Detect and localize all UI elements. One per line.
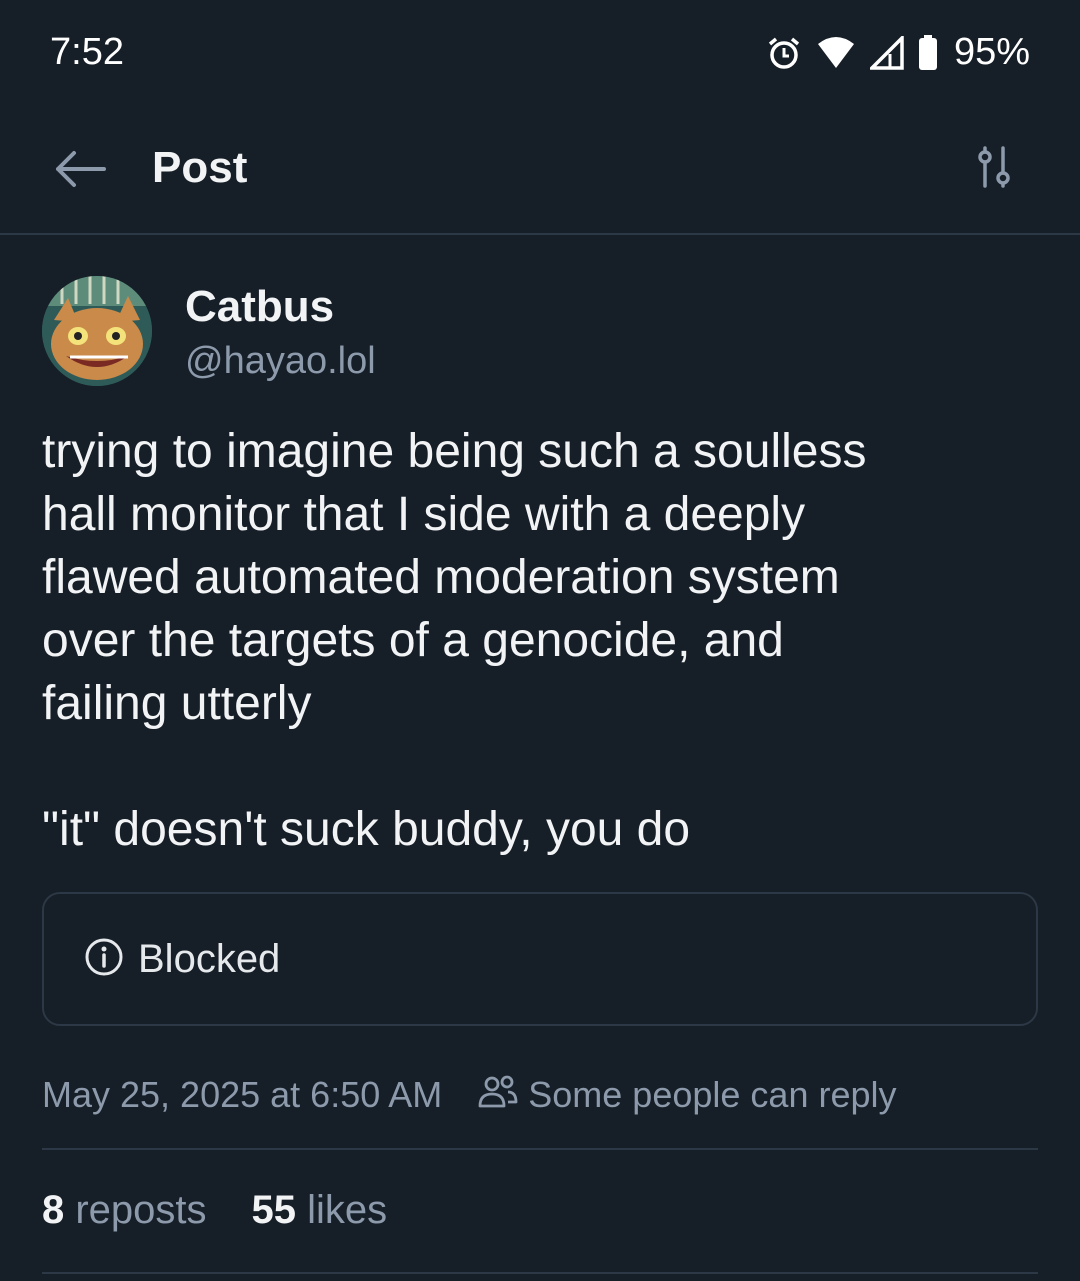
post-text: trying to imagine being such a soulless … [42,420,1042,861]
likes-number: 55 [251,1188,308,1232]
reposts-count[interactable]: 8 reposts [42,1188,207,1233]
post-text-line: trying to imagine being such a soulless [42,425,867,478]
back-button[interactable] [52,143,108,199]
divider [42,1148,1038,1150]
alarm-icon [766,35,802,71]
post-stats: 8 reposts 55 likes [42,1188,432,1233]
divider [42,1272,1038,1274]
signal-icon [869,35,904,70]
status-bar: 7:52 95% [0,0,1080,105]
reposts-number: 8 [42,1188,76,1232]
likes-label: likes [307,1188,388,1232]
page-title: Post [152,143,248,192]
reposts-label: reposts [75,1188,207,1232]
author-handle[interactable]: @hayao.lol [185,340,376,383]
thread-settings-button[interactable] [966,141,1022,197]
reply-setting-label: Some people can reply [528,1074,897,1115]
status-time: 7:52 [50,31,124,73]
battery-icon [918,34,938,71]
status-icons: 95% [766,31,1030,74]
post-timestamp: May 25, 2025 at 6:50 AM [42,1074,443,1115]
post-text-line: "it" doesn't suck buddy, you do [42,803,691,856]
post-text-line: flawed automated moderation system [42,551,840,604]
post-meta: May 25, 2025 at 6:50 AM Some people can … [42,1072,1038,1118]
post-text-line: over the targets of a genocide, and [42,614,784,667]
blocked-label: Blocked [138,936,281,981]
battery-percent: 95% [953,31,1030,73]
wifi-icon [816,36,856,70]
reply-settings[interactable]: Some people can reply [468,1074,897,1117]
info-icon [84,937,124,982]
avatar[interactable] [42,276,152,386]
author-display-name[interactable]: Catbus [185,282,334,332]
people-icon [478,1074,518,1117]
sliders-icon [972,145,1016,194]
arrow-left-icon [54,149,106,194]
post-header: Post [0,105,1080,235]
likes-count[interactable]: 55 likes [252,1188,388,1233]
post-text-line: hall monitor that I side with a deeply [42,488,806,541]
blocked-quote-card[interactable]: Blocked [42,892,1038,1026]
post-text-line: failing utterly [42,677,312,730]
